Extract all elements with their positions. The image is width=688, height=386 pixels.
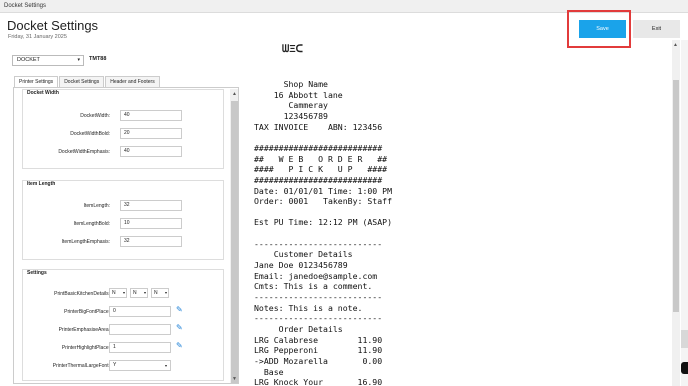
item-length-bold-field[interactable]: 10 (120, 218, 182, 229)
page-date: Friday, 31 January 2025 (8, 34, 67, 40)
pencil-icon[interactable]: ✎ (176, 323, 183, 332)
receipt-line: Cmts: This is a comment. (254, 281, 373, 292)
receipt-line: -------------------------- (254, 313, 383, 324)
item-length-emphasis-field[interactable]: 32 (120, 236, 182, 247)
settings-scrollbar[interactable]: ▲ ▼ (230, 89, 238, 383)
docket-width-label: DocketWidth: (80, 113, 110, 119)
scroll-up-icon[interactable]: ▲ (232, 91, 237, 97)
settings-scrollbar-thumb[interactable] (231, 101, 238, 383)
print-basic-kitchen-select-2[interactable]: N ▾ (130, 288, 148, 298)
docket-width-field[interactable]: 40 (120, 110, 182, 121)
receipt-line: Order: 0001 TakenBy: Staff (254, 196, 393, 207)
item-length-group: Item Length ItemLength: 32 ItemLengthBol… (22, 180, 224, 260)
scroll-down-icon[interactable]: ▼ (232, 376, 237, 382)
window-scrollbar[interactable] (681, 40, 688, 386)
printer-highlight-place-label: PrinterHighlightPlace: (61, 345, 110, 351)
receipt-line: Est PU Time: 12:12 PM (ASAP) (254, 217, 393, 228)
docket-width-emphasis-label: DocketWidthEmphasis: (58, 149, 110, 155)
scroll-up-icon[interactable]: ▲ (673, 42, 678, 48)
docket-type-value: DOCKET (17, 57, 40, 63)
receipt-line: -------------------------- (254, 292, 383, 302)
receipt-line: ########################## (254, 142, 383, 153)
docket-width-bold-label: DocketWidthBold: (70, 131, 110, 137)
docket-width-bold-field[interactable]: 20 (120, 128, 182, 139)
receipt-line: ->ADD Mozarella 0.00 (254, 355, 383, 366)
preview-scrollbar[interactable]: ▲ (672, 40, 680, 386)
printer-thermal-large-font-select[interactable]: Y ▾ (109, 360, 171, 371)
pencil-icon[interactable]: ✎ (176, 305, 183, 314)
print-basic-kitchen-value-2: N (133, 290, 137, 296)
printer-emphasise-area-field[interactable] (109, 324, 171, 335)
exit-button[interactable]: Exit (633, 20, 680, 38)
printer-big-font-place-field[interactable]: 0 (109, 306, 171, 317)
print-basic-kitchen-select-3[interactable]: N ▾ (151, 288, 169, 298)
receipt-line: Email: janedoe@sample.com (254, 270, 378, 281)
window-title: Docket Settings (4, 3, 47, 9)
printer-thermal-large-font-label: PrinterThermalLargeFont: (52, 363, 110, 369)
chevron-down-icon: ▾ (77, 57, 80, 63)
printer-highlight-place-field[interactable]: 1 (109, 342, 171, 353)
print-basic-kitchen-value-3: N (154, 290, 158, 296)
chat-bubble-icon[interactable] (681, 362, 688, 374)
print-basic-kitchen-details-label: PrintBasicKitchenDetails: (54, 291, 110, 297)
receipt-line: Shop Name (254, 79, 328, 89)
receipt-line: Jane Doe 0123456789 (254, 260, 348, 271)
settings-group: Settings PrintBasicKitchenDetails: N ▾ N ▾… (22, 269, 224, 381)
item-length-label: ItemLength: (83, 203, 110, 209)
print-basic-kitchen-select-1[interactable]: N ▾ (109, 288, 127, 298)
item-length-group-label: Item Length (26, 181, 57, 187)
receipt-line: Date: 01/01/01 Time: 1:00 PM (254, 185, 393, 196)
receipt-line: Notes: This is a note. (254, 302, 363, 313)
receipt-line: #### P I C K U P #### (254, 164, 388, 175)
docket-width-emphasis-field[interactable]: 40 (120, 146, 182, 157)
print-basic-kitchen-value-1: N (112, 290, 116, 296)
settings-tabs: Printer Settings Docket Settings Header … (14, 76, 161, 87)
docket-width-group-label: Docket Width (26, 90, 60, 96)
docket-preview: ᗯΞᑕ Shop Name 16 Abbott lane Cammeray 12… (248, 40, 668, 386)
chevron-down-icon: ▾ (122, 290, 125, 295)
tab-docket-settings[interactable]: Docket Settings (59, 76, 105, 87)
pencil-icon[interactable]: ✎ (176, 341, 183, 350)
receipt-line: Cammeray (254, 100, 328, 111)
item-length-emphasis-label: ItemLengthEmphasis: (61, 239, 110, 245)
tab-header-and-footers[interactable]: Header and Footers (105, 76, 160, 87)
printer-settings-panel: Docket Width DocketWidth: 40 DocketWidth… (13, 87, 239, 384)
printer-thermal-large-font-value: Y (113, 362, 117, 368)
chevron-down-icon: ▾ (164, 290, 167, 295)
settings-group-label: Settings (26, 270, 48, 276)
preview-scrollbar-thumb[interactable] (673, 80, 679, 312)
receipt-line: Base (254, 366, 284, 377)
receipt-line: LRG Knock Your 16.90 (254, 377, 383, 386)
item-length-bold-label: ItemLengthBold: (73, 221, 110, 227)
printer-name: TMT88 (89, 56, 107, 62)
docket-width-group: Docket Width DocketWidth: 40 DocketWidth… (22, 89, 224, 169)
shop-logo: ᗯΞᑕ (282, 44, 303, 55)
receipt-line: Order Details (254, 323, 343, 334)
receipt-line: LRG Calabrese 11.90 (254, 334, 383, 345)
receipt-line: Customer Details (254, 249, 353, 260)
chevron-down-icon: ▾ (143, 290, 146, 295)
window-scrollbar-thumb[interactable] (681, 330, 688, 348)
receipt-line: TAX INVOICE ABN: 123456 (254, 121, 383, 132)
receipt-line: ## W E B O R D E R ## (254, 153, 388, 164)
printer-big-font-place-label: PrinterBigFontPlace: (64, 309, 110, 315)
receipt-line: LRG Pepperoni 11.90 (254, 345, 383, 356)
receipt-line: 123456789 (254, 110, 328, 121)
item-length-field[interactable]: 32 (120, 200, 182, 211)
receipt-line: 16 Abbott lane (254, 89, 343, 100)
docket-type-select[interactable]: DOCKET ▾ (12, 55, 84, 66)
receipt-line: -------------------------- (254, 238, 383, 249)
receipt-line: ########################## (254, 174, 383, 185)
tab-printer-settings[interactable]: Printer Settings (14, 76, 59, 87)
printer-emphasise-area-label: PrinterEmphasiseArea: (58, 327, 110, 333)
save-button[interactable]: Save (579, 20, 626, 38)
chevron-down-icon: ▾ (164, 363, 167, 368)
page-title: Docket Settings (7, 18, 99, 33)
